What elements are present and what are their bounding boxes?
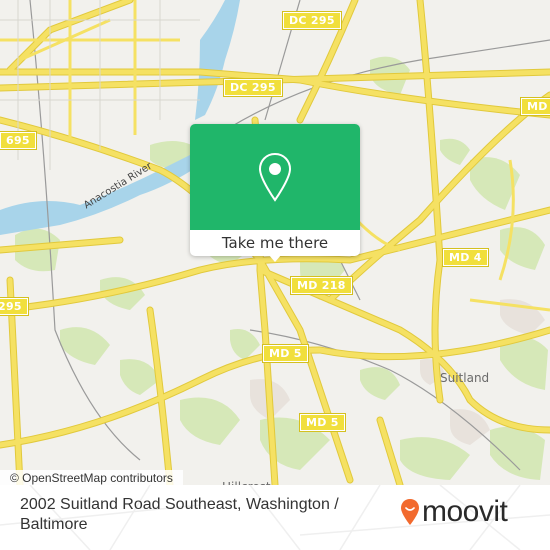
moovit-pin-icon: [401, 499, 419, 525]
map-attribution[interactable]: © OpenStreetMap contributors: [0, 470, 183, 485]
take-me-there-button[interactable]: Take me there: [190, 230, 360, 256]
map-pin-icon: [258, 152, 292, 202]
moovit-wordmark: moovit: [422, 495, 508, 528]
address-text: 2002 Suitland Road Southeast, Washington…: [20, 496, 339, 533]
map-view[interactable]: DC 295 DC 295 695 MD 3 MD 4 MD 218 MD 5 …: [0, 0, 550, 485]
popup-pointer: [268, 254, 282, 262]
route-shield-i695: 695: [0, 131, 37, 150]
route-shield-md3: MD 3: [520, 97, 550, 116]
route-shield-md4: MD 4: [442, 248, 489, 267]
route-shield-md218: MD 218: [290, 276, 353, 295]
route-shield-dc295-north: DC 295: [282, 11, 342, 30]
footer-bar: 2002 Suitland Road Southeast, Washington…: [0, 485, 550, 550]
location-popup[interactable]: Take me there: [190, 124, 360, 262]
place-label-suitland: Suitland: [440, 371, 490, 385]
route-shield-md5-north: MD 5: [262, 344, 309, 363]
route-shield-i295: 295: [0, 297, 29, 316]
popup-header[interactable]: [190, 124, 360, 230]
route-shield-dc295-mid: DC 295: [223, 78, 283, 97]
moovit-logo[interactable]: moovit: [400, 495, 508, 528]
route-shield-md5-south: MD 5: [299, 413, 346, 432]
